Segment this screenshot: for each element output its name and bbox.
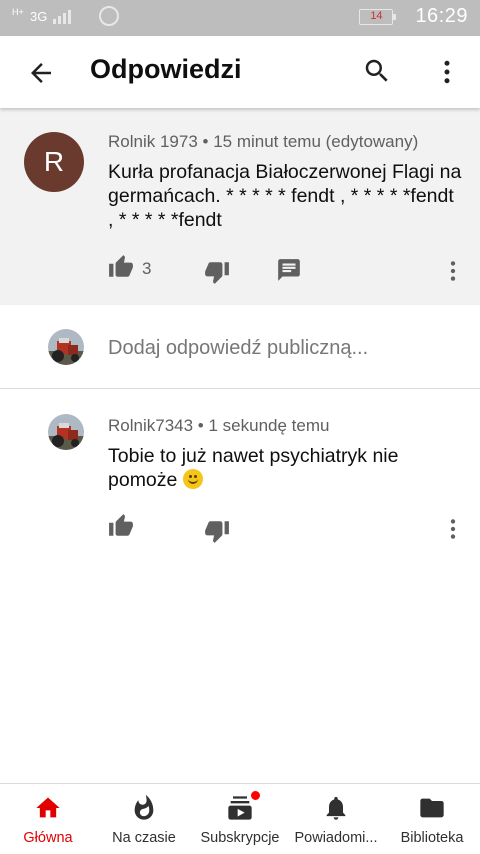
comment-meta: Rolnik 1973 • 15 minut temu (edytowany): [108, 132, 418, 152]
like-icon[interactable]: [108, 513, 134, 539]
comment-more-icon[interactable]: [440, 516, 466, 542]
dislike-icon[interactable]: [204, 518, 230, 544]
user-avatar: [48, 329, 84, 365]
dislike-icon[interactable]: [204, 259, 230, 285]
nav-item-notifications[interactable]: Powiadomi...: [288, 784, 384, 854]
like-count: 3: [142, 259, 152, 278]
comment-author[interactable]: Rolnik 1973: [108, 132, 198, 151]
nav-label: Na czasie: [112, 830, 176, 846]
nav-item-library[interactable]: Biblioteka: [384, 784, 480, 854]
notifications-icon: [326, 796, 346, 820]
trending-icon: [134, 794, 154, 820]
bottom-navigation: Główna Na czasie Subskrypcje Powiadomi..…: [0, 783, 480, 854]
comment-meta: Rolnik7343 • 1 sekundę temu: [108, 416, 329, 436]
nav-item-home[interactable]: Główna: [0, 784, 96, 854]
nav-item-subscriptions[interactable]: Subskrypcje: [192, 784, 288, 854]
nav-item-trending[interactable]: Na czasie: [96, 784, 192, 854]
signal-icon: [53, 8, 72, 24]
reply-icon[interactable]: [276, 257, 302, 283]
comment-author[interactable]: Rolnik7343: [108, 416, 193, 435]
reply-input[interactable]: Dodaj odpowiedź publiczną...: [108, 337, 368, 360]
comment-text: Kurła profanacja Białoczerwonej Flagi na…: [108, 161, 462, 231]
network-hplus-label: H+: [12, 7, 24, 17]
subscriptions-badge: [250, 790, 261, 801]
avatar-letter: R: [43, 146, 65, 177]
network-indicator: H+ 3G: [12, 7, 47, 24]
app-bar: Odpowiedzi: [0, 36, 480, 108]
comment-more-icon[interactable]: [440, 258, 466, 284]
search-icon[interactable]: [362, 56, 392, 86]
status-bar-left: H+ 3G: [12, 6, 120, 26]
data-saver-icon: [99, 6, 120, 26]
nav-label: Główna: [23, 830, 73, 846]
clock: 16:29: [415, 5, 468, 27]
parent-comment: R Rolnik 1973 • 15 minut temu (edytowany…: [0, 108, 480, 305]
more-vert-icon[interactable]: [432, 56, 462, 88]
comment-time: 15 minut temu (edytowany): [213, 132, 419, 151]
like-icon[interactable]: [108, 254, 134, 280]
smiley-emoji-icon: [182, 469, 203, 489]
status-bar: H+ 3G 14 16:29: [0, 0, 480, 36]
avatar[interactable]: [48, 414, 84, 450]
comment-time: 1 sekundę temu: [208, 416, 330, 435]
battery-level: 14: [370, 9, 383, 22]
library-icon: [420, 798, 444, 818]
add-reply-row: Dodaj odpowiedź publiczną...: [0, 305, 480, 389]
nav-label: Powiadomi...: [294, 830, 378, 846]
nav-label: Biblioteka: [400, 830, 464, 846]
reply-comment: Rolnik7343 • 1 sekundę temu Tobie to już…: [0, 390, 480, 570]
comment-text-content: Tobie to już nawet psychiatryk nie pomoż…: [108, 445, 399, 491]
battery-icon: 14: [359, 8, 397, 25]
status-bar-right: 14 16:29: [359, 5, 468, 28]
avatar[interactable]: R: [24, 132, 84, 192]
nav-label: Subskrypcje: [200, 830, 280, 846]
page-title: Odpowiedzi: [90, 54, 242, 84]
back-arrow-icon[interactable]: [26, 58, 56, 88]
meta-separator: •: [197, 416, 204, 435]
comment-text: Tobie to już nawet psychiatryk nie pomoż…: [108, 444, 438, 492]
meta-separator: •: [202, 132, 209, 151]
home-icon: [36, 797, 60, 818]
